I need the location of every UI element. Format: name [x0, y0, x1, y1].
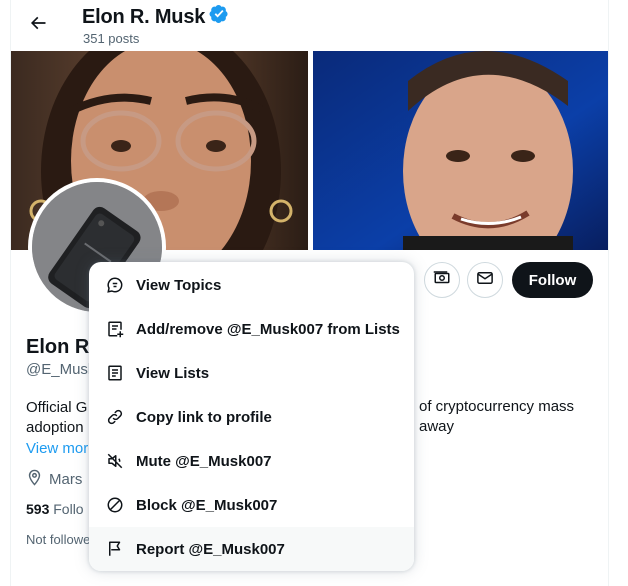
profile-header: Elon R. Musk 351 posts: [11, 0, 608, 52]
list-icon: [105, 363, 125, 383]
menu-item-copy-link[interactable]: Copy link to profile: [89, 395, 414, 439]
envelope-icon: [476, 269, 494, 292]
money-icon: [433, 269, 451, 292]
banner-photo-right: [312, 51, 608, 250]
bio-line1-right: of cryptocurrency mass: [419, 398, 575, 415]
followers-count: 593: [26, 501, 50, 517]
not-followed-note: Not followe: [26, 532, 91, 547]
menu-item-label: Report @E_Musk007: [136, 540, 285, 558]
bio-line2-right: away: [419, 418, 455, 435]
menu-item-view-lists[interactable]: View Lists: [89, 351, 414, 395]
location-text: Mars: [49, 471, 83, 488]
profile-location: Mars: [26, 469, 82, 490]
menu-item-label: Block @E_Musk007: [136, 496, 278, 514]
menu-item-block[interactable]: Block @E_Musk007: [89, 483, 414, 527]
menu-item-label: View Lists: [136, 364, 210, 382]
back-arrow-icon[interactable]: [25, 10, 51, 36]
menu-item-label: Add/remove @E_Musk007 from Lists: [136, 320, 400, 338]
mute-icon: [105, 451, 125, 471]
location-pin-icon: [26, 469, 43, 490]
profile-name: Elon R.: [26, 336, 95, 358]
block-icon: [105, 495, 125, 515]
verified-badge-icon: [209, 4, 229, 30]
bio-line2-left: adoption: [26, 419, 84, 436]
flag-icon: [105, 539, 125, 559]
menu-item-label: Copy link to profile: [136, 408, 272, 426]
menu-item-label: Mute @E_Musk007: [136, 452, 272, 470]
menu-item-report[interactable]: Report @E_Musk007: [89, 527, 414, 571]
subscribe-money-button[interactable]: [424, 262, 460, 298]
menu-item-view-topics[interactable]: View Topics: [89, 263, 414, 307]
profile-more-menu: View Topics Add/remove @E_Musk007 from L…: [89, 262, 414, 571]
posts-count: 351 posts: [83, 31, 140, 46]
menu-item-mute[interactable]: Mute @E_Musk007: [89, 439, 414, 483]
bio-line1-left: Official G: [26, 399, 88, 416]
topics-icon: [105, 275, 125, 295]
followers-stat[interactable]: 593 Follo: [26, 501, 84, 517]
menu-item-add-remove-lists[interactable]: Add/remove @E_Musk007 from Lists: [89, 307, 414, 351]
profile-handle: @E_Musk: [26, 361, 96, 378]
menu-item-label: View Topics: [136, 276, 222, 294]
list-add-icon: [105, 319, 125, 339]
view-more-link[interactable]: View more: [26, 440, 97, 457]
followers-label: Follo: [53, 501, 84, 517]
message-button[interactable]: [467, 262, 503, 298]
header-display-name: Elon R. Musk: [82, 4, 229, 30]
link-icon: [105, 407, 125, 427]
header-name-text: Elon R. Musk: [82, 5, 206, 28]
follow-button[interactable]: Follow: [512, 262, 593, 298]
